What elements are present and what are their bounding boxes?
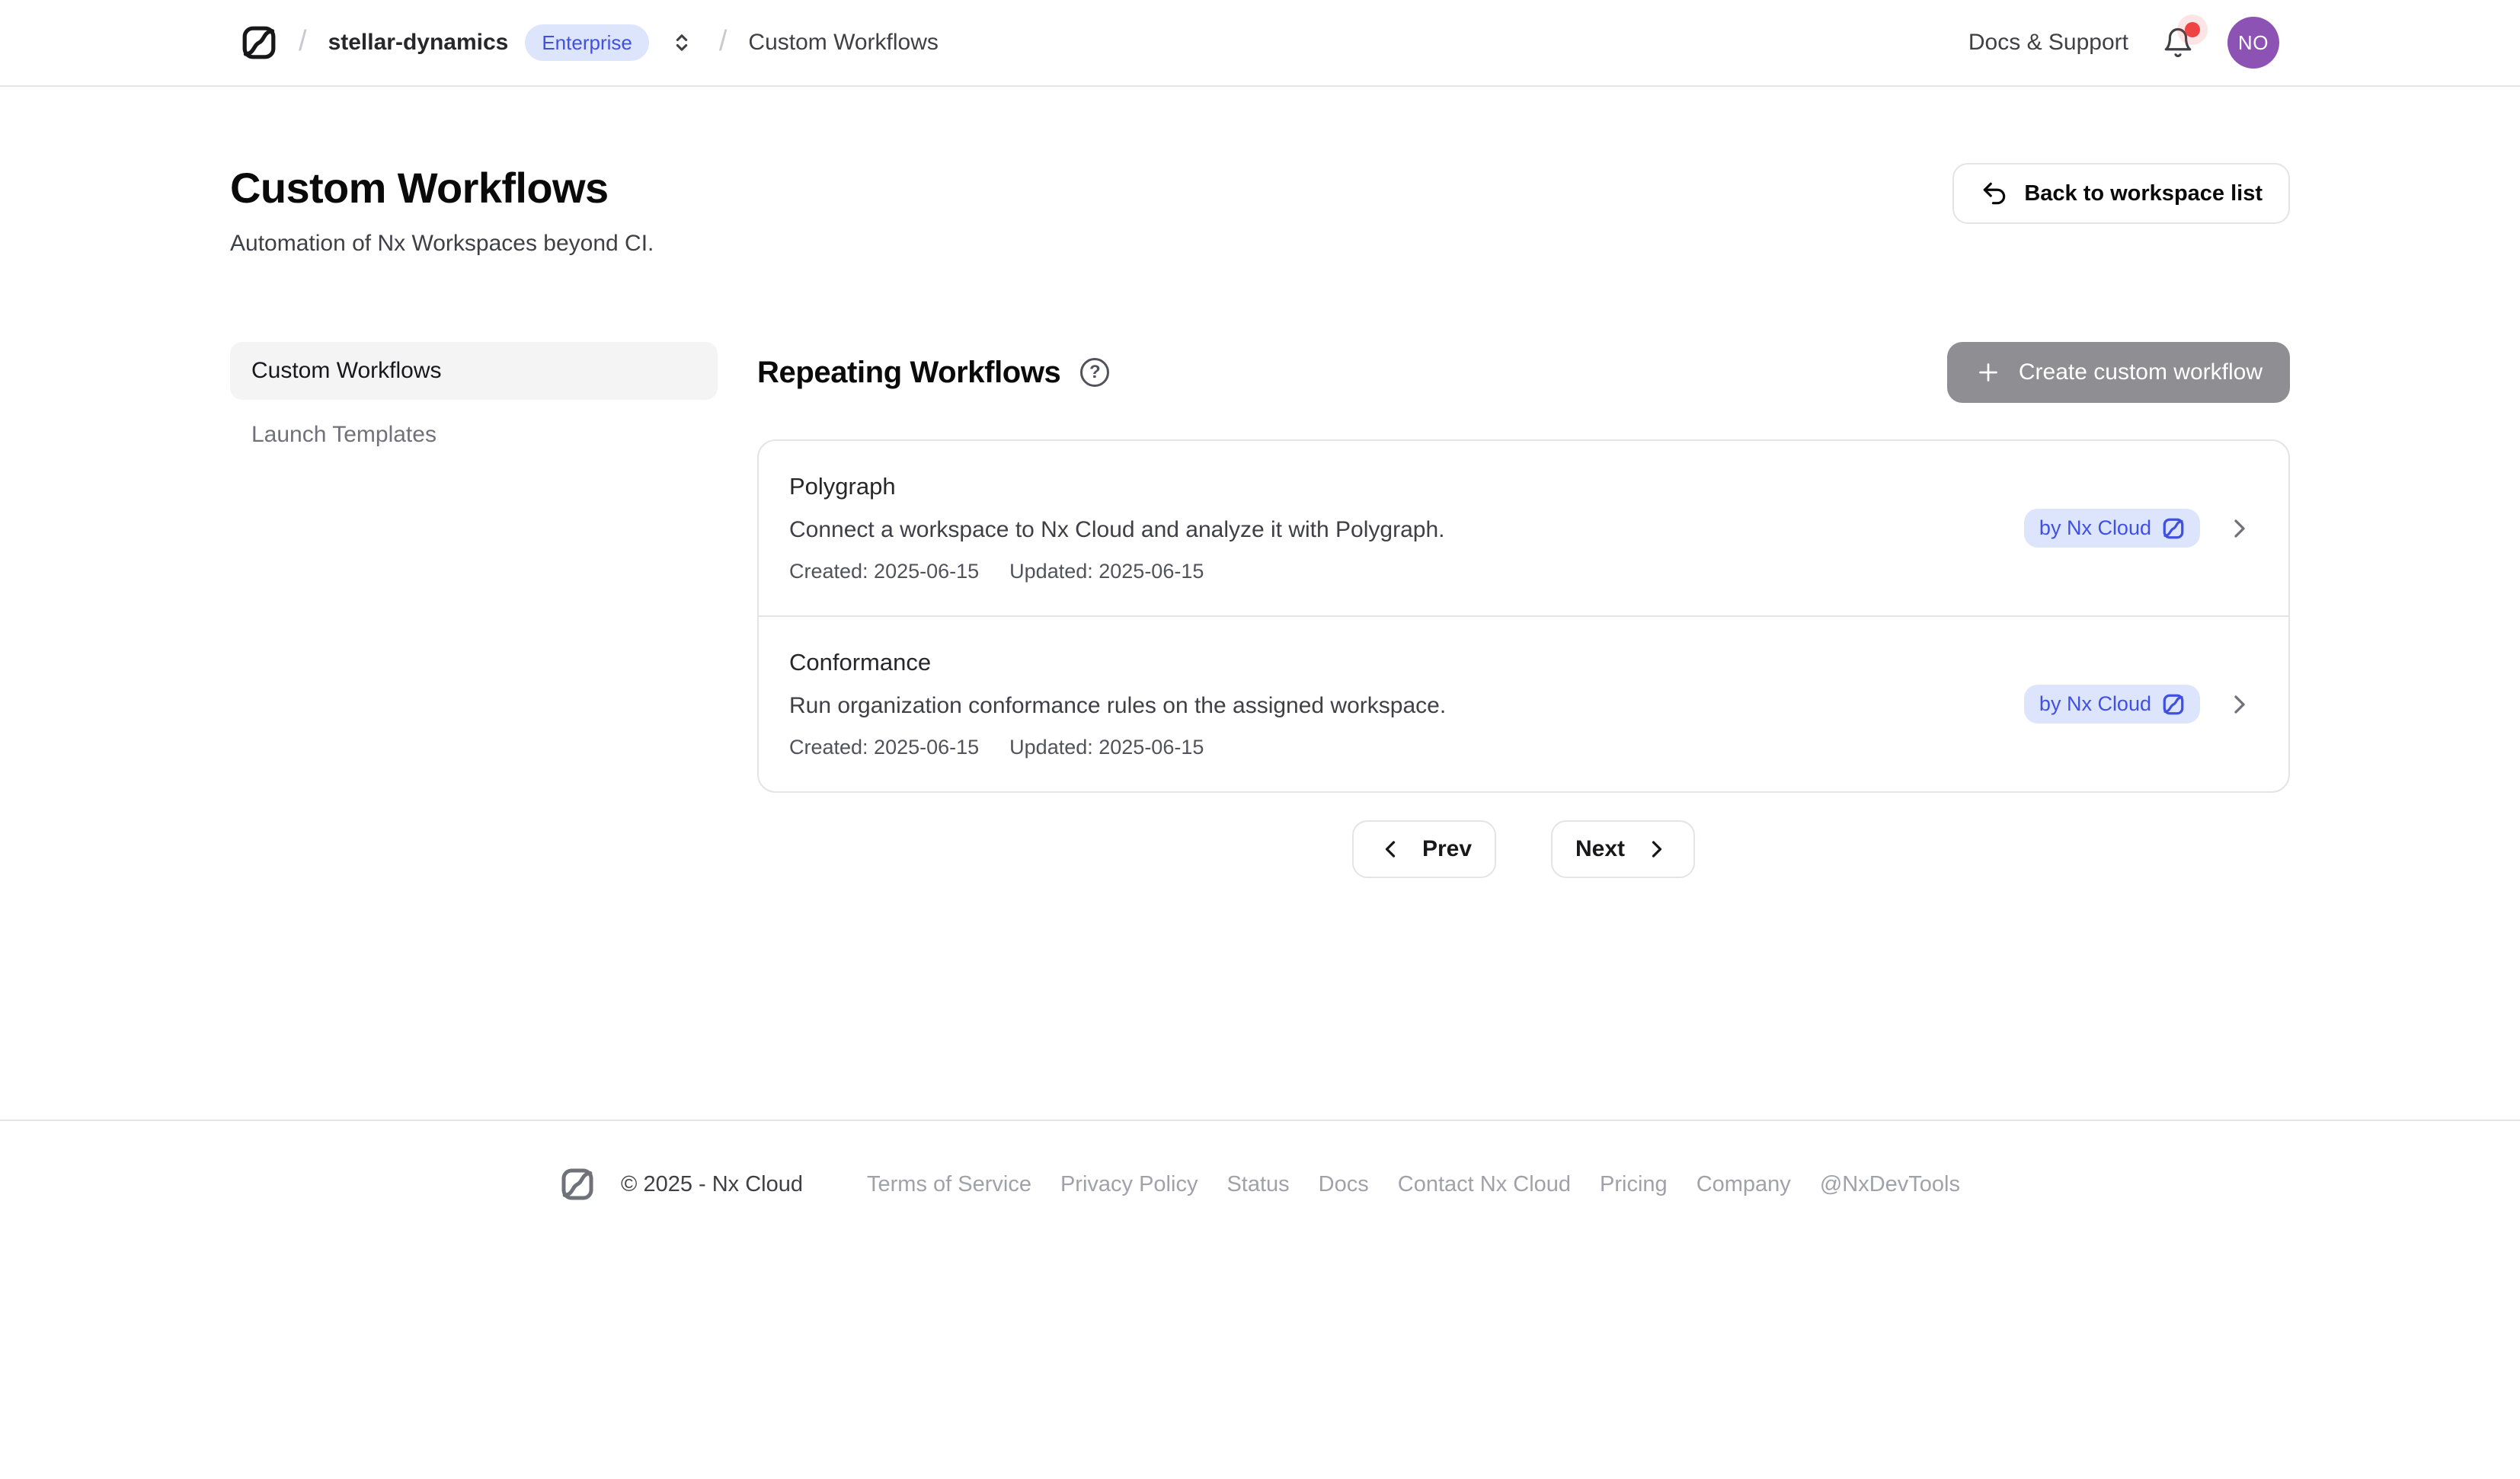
workflow-created: Created: 2025-06-15 — [789, 560, 979, 583]
app-root: / stellar-dynamics Enterprise / Custom W… — [0, 0, 2520, 1479]
footer-link-privacy[interactable]: Privacy Policy — [1060, 1172, 1198, 1197]
nx-logo-icon[interactable] — [241, 24, 277, 61]
footer-links: Terms of Service Privacy Policy Status D… — [867, 1172, 1960, 1197]
workflow-name: Polygraph — [789, 473, 1444, 500]
chevron-left-icon — [1377, 835, 1404, 863]
workflow-description: Run organization conformance rules on th… — [789, 693, 1446, 719]
workflow-updated: Updated: 2025-06-15 — [1009, 736, 1204, 759]
copyright: © 2025 - Nx Cloud — [621, 1172, 803, 1197]
sidebar-item-launch-templates[interactable]: Launch Templates — [230, 406, 718, 464]
workflow-updated: Updated: 2025-06-15 — [1009, 560, 1204, 583]
plus-icon — [1975, 359, 2002, 386]
sidebar-item-custom-workflows[interactable]: Custom Workflows — [230, 342, 718, 400]
workflow-name: Conformance — [789, 649, 1446, 676]
workspace-switcher-button[interactable] — [666, 27, 698, 59]
chevron-right-icon — [1643, 835, 1671, 863]
workflow-list: Polygraph Connect a workspace to Nx Clou… — [757, 439, 2290, 793]
notifications-button[interactable] — [2162, 27, 2194, 59]
breadcrumb-page: Custom Workflows — [748, 30, 939, 56]
chevron-right-icon — [2224, 689, 2255, 720]
docs-support-link[interactable]: Docs & Support — [1968, 30, 2128, 56]
create-custom-workflow-button[interactable]: Create custom workflow — [1947, 342, 2290, 403]
footer-link-docs[interactable]: Docs — [1319, 1172, 1369, 1197]
nx-logo-icon — [2162, 693, 2185, 716]
main-section: Custom Workflows Automation of Nx Worksp… — [0, 87, 2520, 1120]
top-navbar: / stellar-dynamics Enterprise / Custom W… — [0, 0, 2520, 87]
footer: © 2025 - Nx Cloud Terms of Service Priva… — [0, 1120, 2520, 1247]
breadcrumb-workspace[interactable]: stellar-dynamics — [328, 30, 509, 56]
notification-dot — [2185, 22, 2200, 37]
undo-arrow-icon — [1980, 179, 2009, 208]
workflow-meta: Created: 2025-06-15 Updated: 2025-06-15 — [789, 560, 1444, 583]
back-to-workspace-list-button[interactable]: Back to workspace list — [1952, 163, 2290, 224]
repeating-workflows-section: Repeating Workflows ? Create custom work… — [757, 342, 2290, 878]
workflow-description: Connect a workspace to Nx Cloud and anal… — [789, 517, 1444, 543]
page-title: Custom Workflows — [230, 163, 654, 212]
page-subtitle: Automation of Nx Workspaces beyond CI. — [230, 231, 654, 257]
by-nx-cloud-badge[interactable]: by Nx Cloud — [2024, 685, 2200, 724]
footer-link-nxdevtools[interactable]: @NxDevTools — [1820, 1172, 1960, 1197]
navbar-actions: Docs & Support NO — [1968, 17, 2279, 69]
page-header: Custom Workflows Automation of Nx Worksp… — [230, 163, 654, 257]
breadcrumb: / stellar-dynamics Enterprise / Custom W… — [241, 24, 939, 62]
workflow-created: Created: 2025-06-15 — [789, 736, 979, 759]
chevrons-up-down-icon — [669, 30, 695, 56]
workflow-meta: Created: 2025-06-15 Updated: 2025-06-15 — [789, 736, 1446, 759]
footer-link-terms[interactable]: Terms of Service — [867, 1172, 1031, 1197]
settings-sidebar: Custom Workflows Launch Templates — [230, 342, 718, 878]
chevron-right-icon — [2224, 513, 2255, 544]
breadcrumb-separator: / — [719, 25, 728, 58]
footer-link-company[interactable]: Company — [1697, 1172, 1791, 1197]
nx-logo-icon — [2162, 517, 2185, 540]
footer-link-status[interactable]: Status — [1226, 1172, 1289, 1197]
breadcrumb-separator: / — [299, 25, 307, 58]
nx-logo-icon — [560, 1167, 595, 1202]
by-nx-cloud-badge[interactable]: by Nx Cloud — [2024, 509, 2200, 548]
user-avatar[interactable]: NO — [2227, 17, 2279, 69]
section-title: Repeating Workflows — [757, 356, 1060, 390]
prev-page-button[interactable]: Prev — [1352, 820, 1496, 878]
help-icon[interactable]: ? — [1080, 358, 1109, 387]
footer-link-contact[interactable]: Contact Nx Cloud — [1398, 1172, 1571, 1197]
workflow-row-conformance[interactable]: Conformance Run organization conformance… — [759, 615, 2288, 791]
next-page-button[interactable]: Next — [1551, 820, 1695, 878]
workflow-row-polygraph[interactable]: Polygraph Connect a workspace to Nx Clou… — [759, 441, 2288, 615]
footer-link-pricing[interactable]: Pricing — [1600, 1172, 1668, 1197]
pagination: Prev Next — [757, 820, 2290, 878]
plan-badge: Enterprise — [525, 24, 649, 62]
